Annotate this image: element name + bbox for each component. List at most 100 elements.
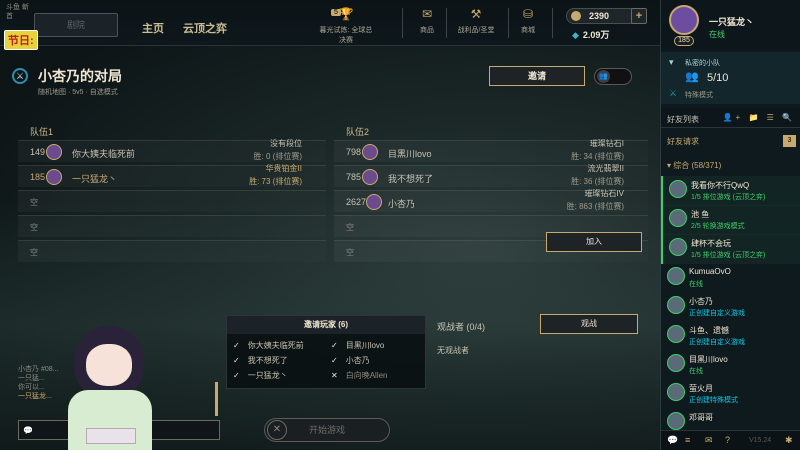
friend-item[interactable]: 肆杯不会玩 1/5 排位游戏 (云顶之弈) — [661, 234, 800, 264]
vtuber-overlay — [64, 318, 156, 450]
friend-status: 2/5 轮换游戏模式 — [691, 223, 745, 230]
chat-icon[interactable]: 💬 — [667, 435, 678, 446]
empty-slot-label: 空 — [30, 223, 38, 232]
friend-group[interactable]: ▾ 综合 (58/371) — [667, 160, 721, 171]
friend-requests[interactable]: 好友请求 — [667, 136, 699, 147]
close-icon[interactable]: ✕ — [267, 420, 287, 440]
chat-scrollbar[interactable] — [215, 382, 218, 416]
friend-item[interactable]: 池 鱼 2/5 轮换游戏模式 — [661, 205, 800, 235]
invited-player: ✓ 你大姨夫临死前 — [233, 340, 304, 351]
avatar — [667, 354, 685, 372]
people-icon: 👥 — [597, 70, 610, 83]
buy-rp-button[interactable]: + — [631, 8, 647, 24]
player-row[interactable]: 185 一只猛龙丶 华贵铂金II 胜: 73 (排位赛) — [18, 164, 326, 187]
spectators-label: 观战者 (0/4) — [437, 322, 486, 332]
friend-status: 正创建特殊模式 — [689, 397, 738, 404]
invite-button[interactable]: 邀请 — [489, 66, 585, 86]
player-rank: 流光翡翠II — [587, 164, 624, 173]
spectate-button[interactable]: 观战 — [540, 314, 638, 334]
profile-name: 一只猛龙丶 — [709, 17, 755, 27]
crafting-icon: ⚒ — [470, 7, 482, 21]
nav-home[interactable]: 主页 — [142, 20, 164, 36]
party-panel[interactable]: ▾ 私密的小队 👥 5/10 ⚔ 特殊模式 — [661, 52, 800, 104]
avatar — [667, 383, 685, 401]
check-icon: ✓ — [233, 371, 240, 380]
player-name: 你大姨夫临死前 — [72, 149, 136, 159]
avatar — [669, 209, 687, 227]
avatar — [669, 238, 687, 256]
friends-title: 好友列表 — [667, 115, 699, 124]
friend-name: 我看你不行QwQ — [691, 181, 750, 190]
bug-icon[interactable]: ✱ — [785, 435, 793, 446]
friend-name: 斗鱼、遗憾 — [689, 326, 729, 335]
store-button[interactable]: ⛁ 商城 — [514, 6, 542, 35]
open-party-toggle[interactable]: 👥 — [594, 68, 632, 85]
avatar — [667, 325, 685, 343]
avatar[interactable] — [46, 144, 62, 160]
team1-label: 队伍1 — [30, 127, 54, 137]
holiday-badge: 节日: — [4, 30, 38, 50]
friend-item[interactable]: 目黑川lovo 在线 — [661, 350, 800, 380]
currency-panel: 2390 + ◆ 2.09万 — [566, 8, 650, 40]
team2-label: 队伍2 — [346, 127, 370, 137]
avatar — [669, 180, 687, 198]
mission-icon[interactable]: ≡ — [685, 435, 690, 445]
friend-name: 肆杯不会玩 — [691, 239, 731, 248]
player-row[interactable]: 2627 小杏乃 璀璨钻石IV 胜: 863 (排位赛) — [334, 189, 648, 212]
social-bottom-bar: 💬 ≡ ✉ ? V15.24 ✱ — [661, 430, 800, 450]
friend-item[interactable]: 小杏乃 正创建自定义游戏 — [661, 292, 800, 322]
player-row[interactable]: 785 我不想死了 流光翡翠II 胜: 36 (排位赛) — [334, 164, 648, 187]
friend-status: 在线 — [689, 368, 703, 375]
empty-slot-label: 空 — [346, 248, 354, 257]
event-button[interactable]: 🏆 暮光试炼: 全球总决赛 — [318, 6, 374, 45]
start-game-button[interactable]: ✕ 开始游戏 — [264, 418, 390, 442]
player-row[interactable]: 149 你大姨夫临死前 没有段位 胜: 0 (排位赛) — [18, 139, 326, 162]
nav-tft[interactable]: 云顶之弈 — [183, 20, 227, 36]
player-wins: 胜: 0 (排位赛) — [253, 152, 302, 161]
player-name: 我不想死了 — [388, 174, 434, 184]
help-icon[interactable]: ? — [725, 435, 730, 445]
invited-player: ✓ 我不想死了 — [233, 355, 288, 366]
profile-status[interactable]: 在线 — [709, 29, 725, 40]
play-button[interactable]: 剧院 — [34, 13, 118, 37]
be-balance: ◆ 2.09万 — [572, 28, 609, 41]
crafting-button[interactable]: ⚒ 战利品/圣堂 — [452, 6, 500, 35]
avatar — [667, 412, 685, 430]
party-count: 5/10 — [707, 72, 729, 84]
avatar — [667, 267, 685, 285]
invited-players-title: 邀请玩家 (6) — [227, 316, 425, 334]
player-wins: 胜: 73 (排位赛) — [249, 177, 302, 186]
friends-toolbar[interactable]: 👤+ 📁 ☰ 🔍 — [723, 113, 795, 122]
profile-header[interactable]: 185 一只猛龙丶 在线 — [661, 0, 800, 50]
avatar[interactable] — [362, 169, 378, 185]
player-row[interactable]: 798 目黑川lovo 璀璨钻石I 胜: 34 (排位赛) — [334, 139, 648, 162]
event-badge: 5 — [331, 9, 341, 16]
notification-icon[interactable]: ✉ — [705, 435, 713, 446]
client-version: V15.24 — [749, 437, 772, 444]
avatar[interactable] — [366, 194, 382, 210]
join-team2-button[interactable]: 加入 — [546, 232, 642, 252]
loot-button[interactable]: ✉ 商品 — [412, 6, 442, 35]
store-label: 商城 — [521, 27, 535, 34]
player-rank: 华贵铂金II — [265, 164, 302, 173]
loot-icon: ✉ — [421, 7, 433, 21]
divider — [552, 8, 553, 38]
empty-slot-label: 空 — [30, 198, 38, 207]
avatar[interactable] — [362, 144, 378, 160]
friend-item[interactable]: 萤火月正创建特殊模式 — [661, 379, 800, 409]
invited-player-name: 你大姨夫临死前 — [247, 341, 304, 350]
friend-requests-count: 3 — [783, 135, 796, 147]
avatar[interactable] — [46, 169, 62, 185]
invited-player-name: 一只猛龙丶 — [247, 371, 288, 380]
check-icon: ✓ — [233, 341, 240, 350]
profile-level: 185 — [674, 36, 694, 46]
avatar[interactable] — [669, 5, 699, 35]
party-title: 私密的小队 — [685, 60, 720, 67]
streamer-logo: 斗鱼 斬首 — [6, 4, 29, 20]
friend-name: 萤火月 — [689, 384, 713, 393]
friend-item[interactable]: 我看你不行QwQ 1/5 排位游戏 (云顶之弈) — [661, 176, 800, 206]
friends-header: 好友列表 👤+ 📁 ☰ 🔍 — [661, 108, 800, 128]
friend-item[interactable]: 斗鱼、遗憾 正创建自定义游戏 — [661, 321, 800, 351]
player-wins: 胜: 863 (排位赛) — [566, 202, 624, 211]
friend-item[interactable]: KumuaOvO 在线 — [661, 263, 800, 293]
